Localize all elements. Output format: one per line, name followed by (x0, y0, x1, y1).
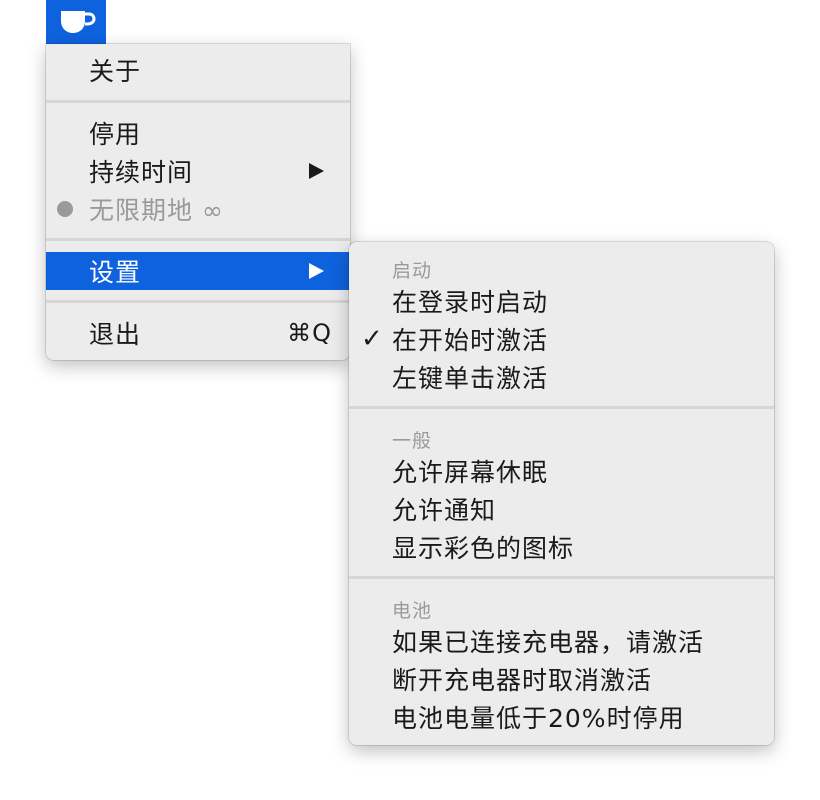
menu-separator (349, 576, 774, 579)
menu-item-launch-at-login[interactable]: 在登录时启动 (349, 282, 774, 320)
menu-item-duration[interactable]: 持续时间 (46, 152, 350, 190)
menu-item-left-click-activate[interactable]: 左键单击激活 (349, 358, 774, 396)
menu-item-allow-screen-sleep[interactable]: 允许屏幕休眠 (349, 452, 774, 490)
menu-item-show-colored-icon-label: 显示彩色的图标 (392, 534, 575, 563)
menu-item-left-click-activate-label: 左键单击激活 (392, 364, 549, 393)
menu-item-disable-low-battery[interactable]: 电池电量低于20%时停用 (349, 698, 774, 736)
section-header-startup: 启动 (392, 260, 433, 282)
menu-item-disable-label: 停用 (89, 120, 142, 149)
menu-item-quit-label: 退出 (89, 320, 142, 349)
selected-dot-icon (57, 201, 73, 217)
menu-item-activate-on-launch-label: 在开始时激活 (392, 326, 549, 355)
menu-item-allow-notifications[interactable]: 允许通知 (349, 490, 774, 528)
menubar-status-item[interactable] (46, 0, 106, 44)
checkmark-icon: ✓ (361, 324, 384, 354)
menu-separator (46, 300, 350, 303)
menu-item-indefinite-label: 无限期地 ∞ (89, 196, 224, 225)
menu-item-indefinite: 无限期地 ∞ (46, 190, 350, 228)
section-header-battery: 电池 (392, 600, 433, 622)
submenu-arrow-icon (309, 263, 324, 279)
settings-submenu: 启动 在登录时启动 ✓ 在开始时激活 左键单击激活 一般 允许屏幕休眠 允许通知… (349, 242, 774, 745)
menu-item-show-colored-icon[interactable]: 显示彩色的图标 (349, 528, 774, 566)
menu-item-deactivate-on-disconnect-label: 断开充电器时取消激活 (392, 666, 653, 695)
menu-separator (46, 100, 350, 103)
menu-separator (46, 238, 350, 241)
menu-item-activate-when-charging-label: 如果已连接充电器，请激活 (392, 628, 705, 657)
menu-item-deactivate-on-disconnect[interactable]: 断开充电器时取消激活 (349, 660, 774, 698)
menu-item-allow-notifications-label: 允许通知 (392, 496, 497, 525)
menu-item-duration-label: 持续时间 (89, 158, 194, 187)
menu-item-settings-label: 设置 (89, 258, 142, 287)
menu-item-quit[interactable]: 退出 ⌘Q (46, 314, 350, 352)
menu-item-settings[interactable]: 设置 (46, 252, 350, 290)
menu-separator (349, 406, 774, 409)
menu-item-launch-at-login-label: 在登录时启动 (392, 288, 549, 317)
menu-item-activate-on-launch[interactable]: ✓ 在开始时激活 (349, 320, 774, 358)
section-header-general: 一般 (392, 430, 433, 452)
menu-item-allow-screen-sleep-label: 允许屏幕休眠 (392, 458, 549, 487)
main-menu: 关于 停用 持续时间 无限期地 ∞ 设置 退出 ⌘Q (46, 44, 350, 360)
menu-item-about[interactable]: 关于 (46, 51, 350, 89)
coffee-cup-icon (61, 11, 96, 33)
menu-item-about-label: 关于 (89, 57, 142, 86)
menu-item-activate-when-charging[interactable]: 如果已连接充电器，请激活 (349, 622, 774, 660)
quit-shortcut: ⌘Q (287, 319, 332, 347)
menu-item-disable[interactable]: 停用 (46, 114, 350, 152)
submenu-arrow-icon (309, 163, 324, 179)
menu-item-disable-low-battery-label: 电池电量低于20%时停用 (392, 704, 685, 733)
